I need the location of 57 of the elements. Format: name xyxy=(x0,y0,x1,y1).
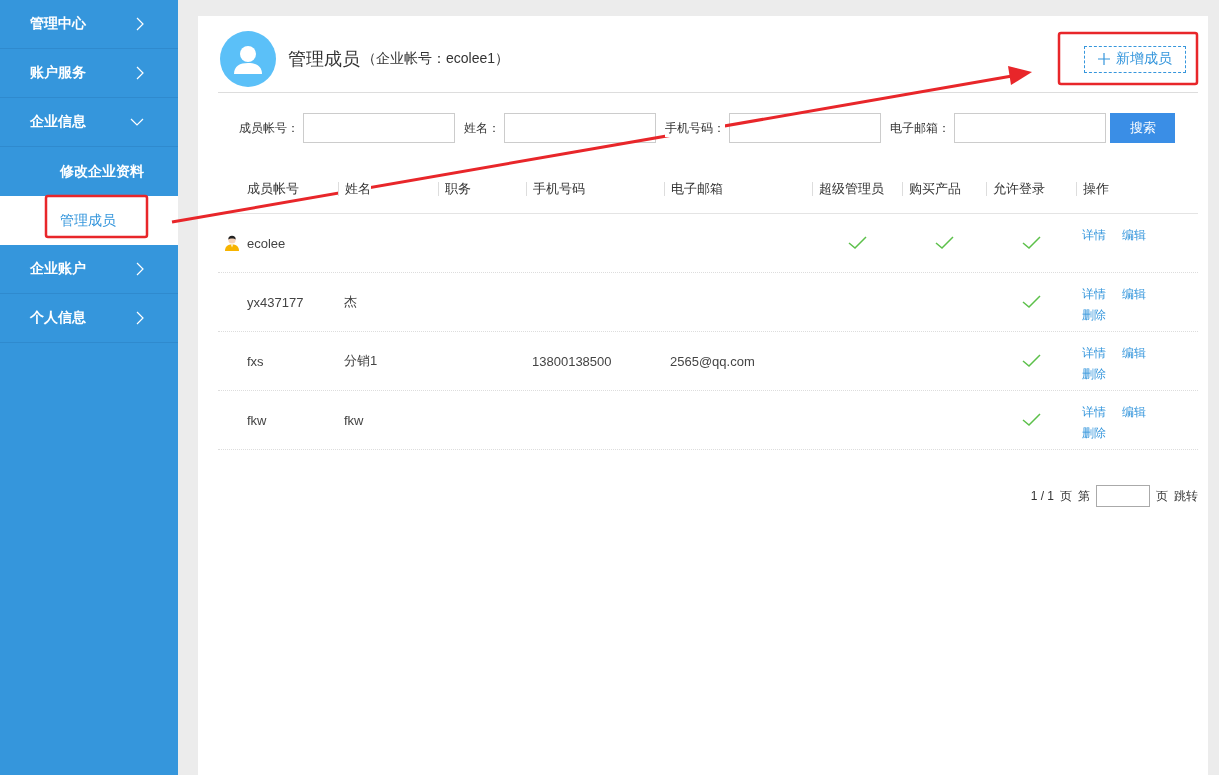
page-input[interactable] xyxy=(1096,485,1150,507)
sidebar-item[interactable]: 企业信息 xyxy=(0,98,178,147)
table-cell: fkw xyxy=(344,412,364,428)
sidebar-item[interactable]: 企业账户 xyxy=(0,245,178,294)
chevron-right-icon xyxy=(136,311,144,325)
column-header: 允许登录 xyxy=(986,182,1045,196)
action-link[interactable]: 详情 xyxy=(1082,225,1106,246)
sidebar-item[interactable]: 管理中心 xyxy=(0,0,178,49)
sidebar-subitem[interactable]: 管理成员 xyxy=(0,196,178,245)
table-cell: yx437177 xyxy=(247,294,304,310)
action-link[interactable]: 删除 xyxy=(1082,364,1106,385)
column-header: 电子邮箱 xyxy=(664,182,723,196)
action-link[interactable]: 删除 xyxy=(1082,423,1106,444)
column-header: 姓名 xyxy=(338,182,371,196)
action-link[interactable]: 详情 xyxy=(1082,402,1106,423)
plus-icon xyxy=(1098,53,1110,65)
sidebar-item[interactable]: 账户服务 xyxy=(0,49,178,98)
column-header: 操作 xyxy=(1076,182,1109,196)
column-header: 手机号码 xyxy=(526,182,585,196)
add-member-button[interactable]: 新增成员 xyxy=(1084,45,1186,73)
column-header: 职务 xyxy=(438,182,471,196)
search-button[interactable]: 搜索 xyxy=(1110,113,1175,143)
table-cell: ecolee xyxy=(247,235,286,251)
avatar-icon xyxy=(220,31,276,87)
action-link[interactable]: 编辑 xyxy=(1122,402,1146,423)
chevron-down-icon xyxy=(130,118,144,126)
pager-label: 页 xyxy=(1060,487,1072,505)
search-field[interactable] xyxy=(954,113,1106,143)
search-field[interactable] xyxy=(303,113,455,143)
chevron-right-icon xyxy=(136,66,144,80)
search-field[interactable] xyxy=(729,113,881,143)
action-link[interactable]: 编辑 xyxy=(1122,343,1146,364)
chevron-right-icon xyxy=(136,262,144,276)
table-cell: 13800138500 xyxy=(532,353,612,369)
pager-label: 页 xyxy=(1156,487,1168,505)
table-cell: fxs xyxy=(247,353,264,369)
field-label: 手机号码： xyxy=(665,119,725,137)
page-title: 管理成员 xyxy=(288,48,360,71)
column-header: 超级管理员 xyxy=(812,182,884,196)
table-cell: fkw xyxy=(247,412,267,428)
column-header: 购买产品 xyxy=(902,182,961,196)
action-link[interactable]: 编辑 xyxy=(1122,225,1146,246)
page-count: 1 / 1 xyxy=(1030,489,1054,503)
table-cell: 杰 xyxy=(344,293,357,311)
action-link[interactable]: 编辑 xyxy=(1122,284,1146,305)
table-cell: 分销1 xyxy=(344,352,378,370)
search-field[interactable] xyxy=(504,113,656,143)
jump-link[interactable]: 跳转 xyxy=(1174,487,1198,505)
account-subtitle: （企业帐号：ecolee1） xyxy=(362,50,510,68)
pager-label: 第 xyxy=(1078,487,1090,505)
sidebar-subitem[interactable]: 修改企业资料 xyxy=(0,147,178,196)
sidebar-item[interactable]: 个人信息 xyxy=(0,294,178,343)
action-link[interactable]: 删除 xyxy=(1082,305,1106,326)
table-cell: 2565@qq.com xyxy=(670,353,755,369)
action-link[interactable]: 详情 xyxy=(1082,343,1106,364)
chevron-right-icon xyxy=(136,17,144,31)
action-link[interactable]: 详情 xyxy=(1082,284,1106,305)
